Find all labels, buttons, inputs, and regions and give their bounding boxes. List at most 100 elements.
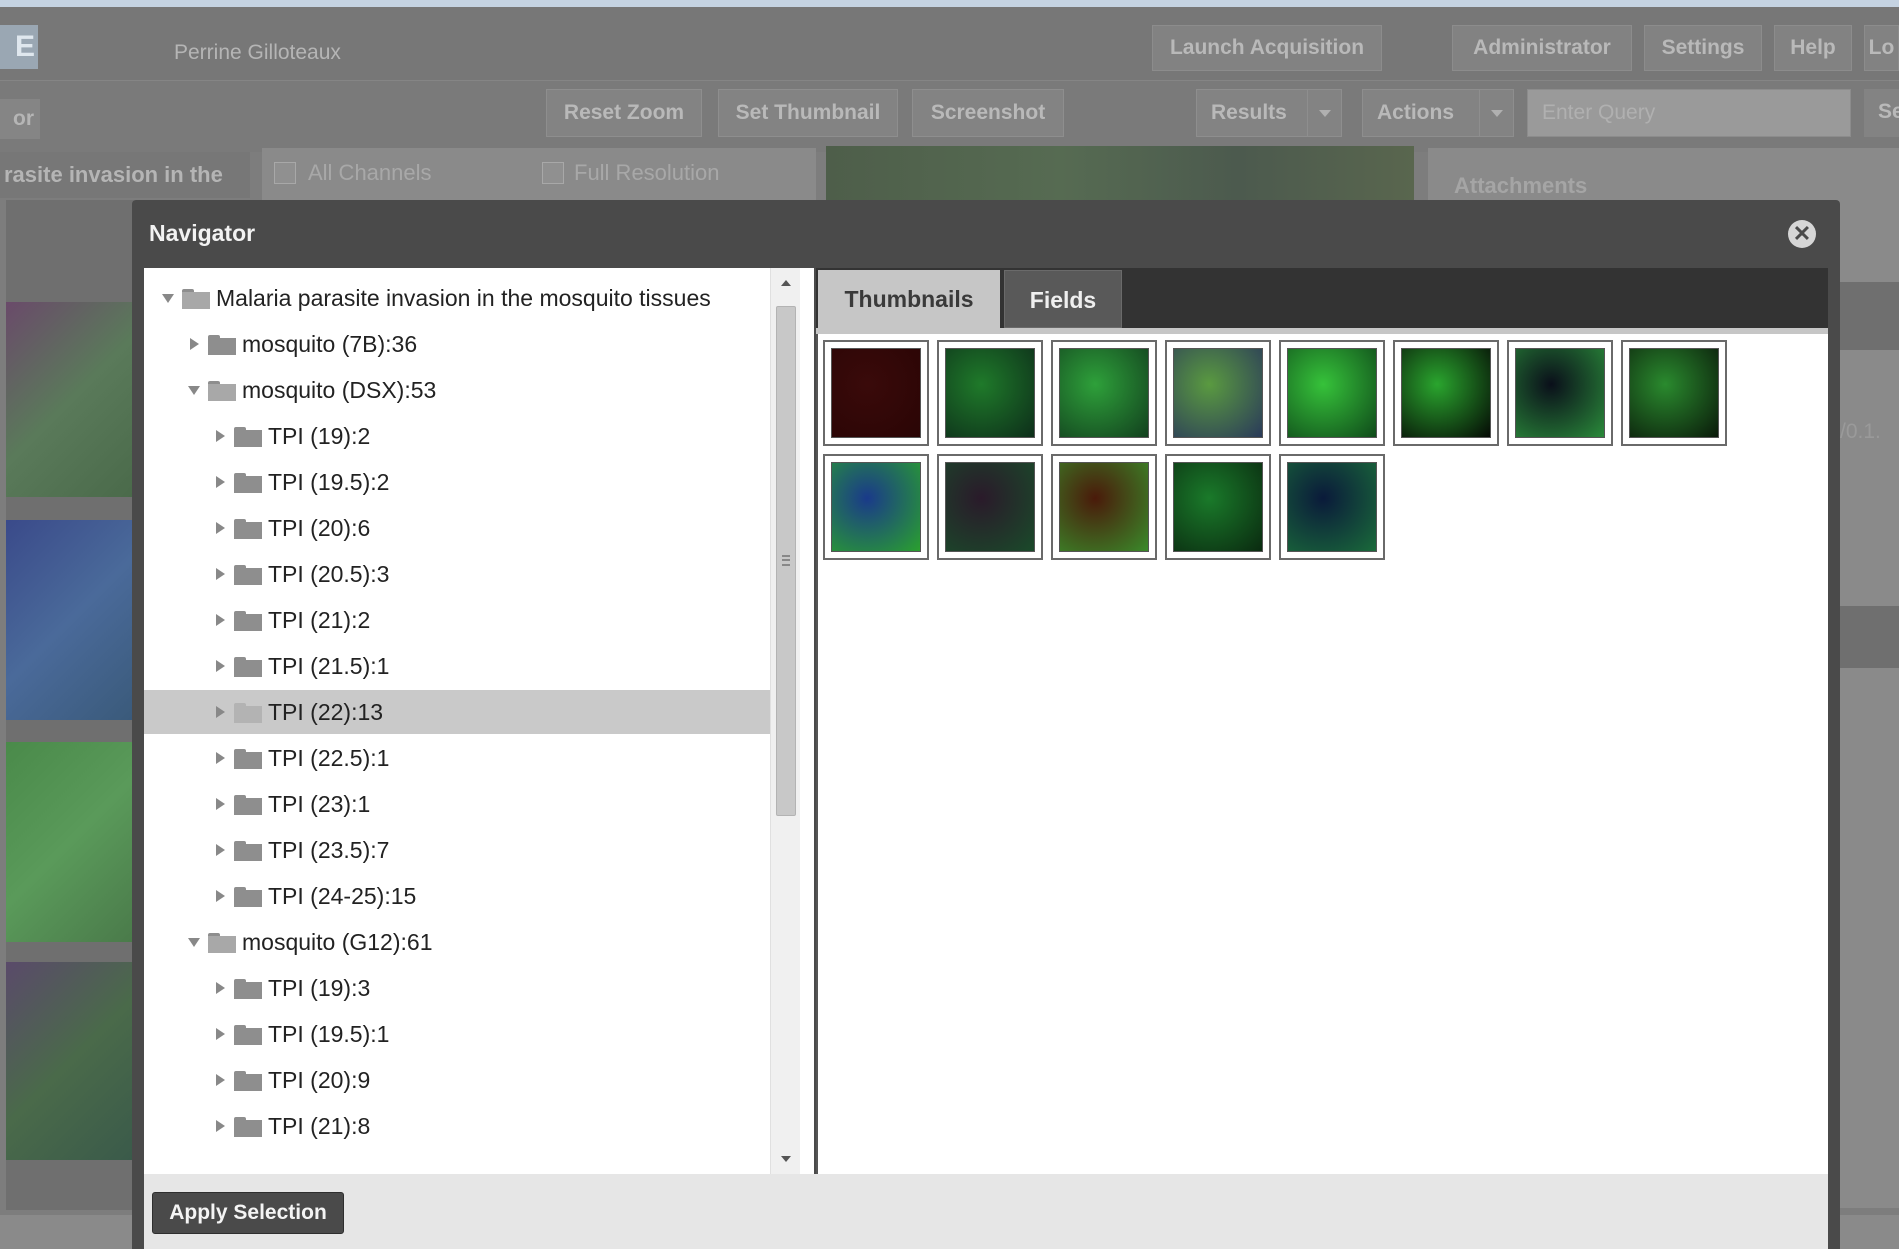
collapse-arrow-icon[interactable] bbox=[216, 890, 225, 902]
collapse-arrow-icon[interactable] bbox=[216, 1028, 225, 1040]
settings-button[interactable]: Settings bbox=[1644, 25, 1762, 71]
collapse-arrow-icon[interactable] bbox=[216, 660, 225, 672]
tree-node-label: mosquito (G12):61 bbox=[242, 929, 433, 955]
navigator-dialog: Navigator ✕ Malaria parasite invasion in… bbox=[132, 200, 1840, 1249]
results-label: Results bbox=[1211, 101, 1287, 124]
folder-icon bbox=[234, 657, 262, 677]
actions-dropdown[interactable]: Actions bbox=[1362, 89, 1514, 137]
tree-node-label: TPI (19.5):2 bbox=[268, 469, 390, 495]
tree-node-label: TPI (21):8 bbox=[268, 1113, 371, 1139]
apply-selection-button[interactable]: Apply Selection bbox=[152, 1192, 344, 1234]
launch-acquisition-button[interactable]: Launch Acquisition bbox=[1152, 25, 1382, 71]
image-thumbnail[interactable] bbox=[1051, 340, 1157, 446]
tree-node[interactable]: mosquito (DSX):53 bbox=[144, 368, 774, 412]
tree-node[interactable]: TPI (19):2 bbox=[144, 414, 774, 458]
tree-node-label: TPI (20):6 bbox=[268, 515, 371, 541]
tree-node-label: TPI (21):2 bbox=[268, 607, 371, 633]
tree-node-label: TPI (22):13 bbox=[268, 699, 384, 725]
tree-node[interactable]: TPI (24-25):15 bbox=[144, 874, 774, 918]
administrator-button[interactable]: Administrator bbox=[1452, 25, 1632, 71]
collapse-arrow-icon[interactable] bbox=[216, 844, 225, 856]
tree-node[interactable]: mosquito (7B):36 bbox=[144, 322, 774, 366]
collapse-arrow-icon[interactable] bbox=[216, 752, 225, 764]
image-thumbnail[interactable] bbox=[1279, 454, 1385, 560]
collapse-arrow-icon[interactable] bbox=[190, 338, 199, 350]
image-thumbnail[interactable] bbox=[1507, 340, 1613, 446]
scroll-up-icon[interactable] bbox=[771, 268, 801, 298]
logout-button[interactable]: Lo bbox=[1864, 25, 1899, 71]
scroll-down-icon[interactable] bbox=[771, 1144, 801, 1174]
tree-node[interactable]: TPI (20):9 bbox=[144, 1058, 774, 1102]
tree-node-label: TPI (23.5):7 bbox=[268, 837, 390, 863]
tree-node-label: TPI (19):2 bbox=[268, 423, 371, 449]
tree-node-label: TPI (20.5):3 bbox=[268, 561, 390, 587]
image-thumbnail[interactable] bbox=[1165, 340, 1271, 446]
image-thumbnail[interactable] bbox=[823, 454, 929, 560]
tree-node[interactable]: TPI (21.5):1 bbox=[144, 644, 774, 688]
tree-node[interactable]: TPI (22.5):1 bbox=[144, 736, 774, 780]
all-channels-checkbox[interactable] bbox=[274, 162, 296, 184]
expand-arrow-icon[interactable] bbox=[162, 294, 174, 303]
tree-node[interactable]: TPI (22):13 bbox=[144, 690, 774, 734]
expand-arrow-icon[interactable] bbox=[188, 938, 200, 947]
query-input[interactable]: Enter Query bbox=[1527, 89, 1851, 137]
tree-node[interactable]: mosquito (G12):61 bbox=[144, 920, 774, 964]
tree-node[interactable]: TPI (19.5):2 bbox=[144, 460, 774, 504]
collapse-arrow-icon[interactable] bbox=[216, 614, 225, 626]
tree-node-label: TPI (24-25):15 bbox=[268, 883, 417, 909]
tree-node[interactable]: TPI (20.5):3 bbox=[144, 552, 774, 596]
collapse-arrow-icon[interactable] bbox=[216, 522, 225, 534]
thumbnail-image bbox=[945, 348, 1035, 438]
full-resolution-checkbox[interactable] bbox=[542, 162, 564, 184]
tree-node[interactable]: TPI (21):2 bbox=[144, 598, 774, 642]
collapse-arrow-icon[interactable] bbox=[216, 1120, 225, 1132]
tab-thumbnails[interactable]: Thumbnails bbox=[818, 270, 1000, 328]
collapse-arrow-icon[interactable] bbox=[216, 706, 225, 718]
chevron-down-icon bbox=[1307, 90, 1341, 136]
app-logo: E bbox=[0, 25, 38, 69]
actions-label: Actions bbox=[1377, 101, 1455, 124]
results-dropdown[interactable]: Results bbox=[1196, 89, 1342, 137]
grip-icon bbox=[782, 555, 790, 566]
image-thumbnail[interactable] bbox=[823, 340, 929, 446]
scroll-thumb[interactable] bbox=[776, 306, 796, 816]
image-viewer bbox=[826, 146, 1414, 202]
folder-icon bbox=[234, 703, 262, 723]
screenshot-button[interactable]: Screenshot bbox=[912, 89, 1064, 137]
image-thumbnail[interactable] bbox=[1393, 340, 1499, 446]
image-thumbnail[interactable] bbox=[1621, 340, 1727, 446]
tree-node[interactable]: Malaria parasite invasion in the mosquit… bbox=[144, 276, 774, 320]
folder-icon bbox=[182, 289, 210, 309]
help-button[interactable]: Help bbox=[1774, 25, 1852, 71]
expand-arrow-icon[interactable] bbox=[188, 386, 200, 395]
thumbnail-image bbox=[1173, 462, 1263, 552]
dialog-title: Navigator bbox=[149, 220, 256, 246]
toolbar-left-button[interactable]: or bbox=[0, 99, 40, 139]
tree-node[interactable]: TPI (23):1 bbox=[144, 782, 774, 826]
image-thumbnail[interactable] bbox=[1165, 454, 1271, 560]
collapse-arrow-icon[interactable] bbox=[216, 1074, 225, 1086]
right-panel-header bbox=[1834, 606, 1899, 668]
tree-node[interactable]: TPI (19):3 bbox=[144, 966, 774, 1010]
set-thumbnail-button[interactable]: Set Thumbnail bbox=[718, 89, 898, 137]
reset-zoom-button[interactable]: Reset Zoom bbox=[546, 89, 702, 137]
tree-node[interactable]: TPI (20):6 bbox=[144, 506, 774, 550]
collapse-arrow-icon[interactable] bbox=[216, 430, 225, 442]
collapse-arrow-icon[interactable] bbox=[216, 476, 225, 488]
folder-icon bbox=[234, 1071, 262, 1091]
search-button[interactable]: Se bbox=[1864, 89, 1899, 137]
tree-node[interactable]: TPI (21):8 bbox=[144, 1104, 774, 1148]
image-thumbnail[interactable] bbox=[937, 340, 1043, 446]
close-icon[interactable]: ✕ bbox=[1788, 220, 1816, 248]
image-thumbnail[interactable] bbox=[1051, 454, 1157, 560]
collapse-arrow-icon[interactable] bbox=[216, 798, 225, 810]
tab-fields[interactable]: Fields bbox=[1004, 270, 1122, 328]
image-thumbnail[interactable] bbox=[1279, 340, 1385, 446]
tree-node[interactable]: TPI (23.5):7 bbox=[144, 828, 774, 872]
image-thumbnail[interactable] bbox=[937, 454, 1043, 560]
collapse-arrow-icon[interactable] bbox=[216, 568, 225, 580]
collapse-arrow-icon[interactable] bbox=[216, 982, 225, 994]
tree-node[interactable]: TPI (19.5):1 bbox=[144, 1012, 774, 1056]
tree-scrollbar[interactable] bbox=[770, 268, 800, 1174]
tree-panel: Malaria parasite invasion in the mosquit… bbox=[144, 268, 814, 1174]
